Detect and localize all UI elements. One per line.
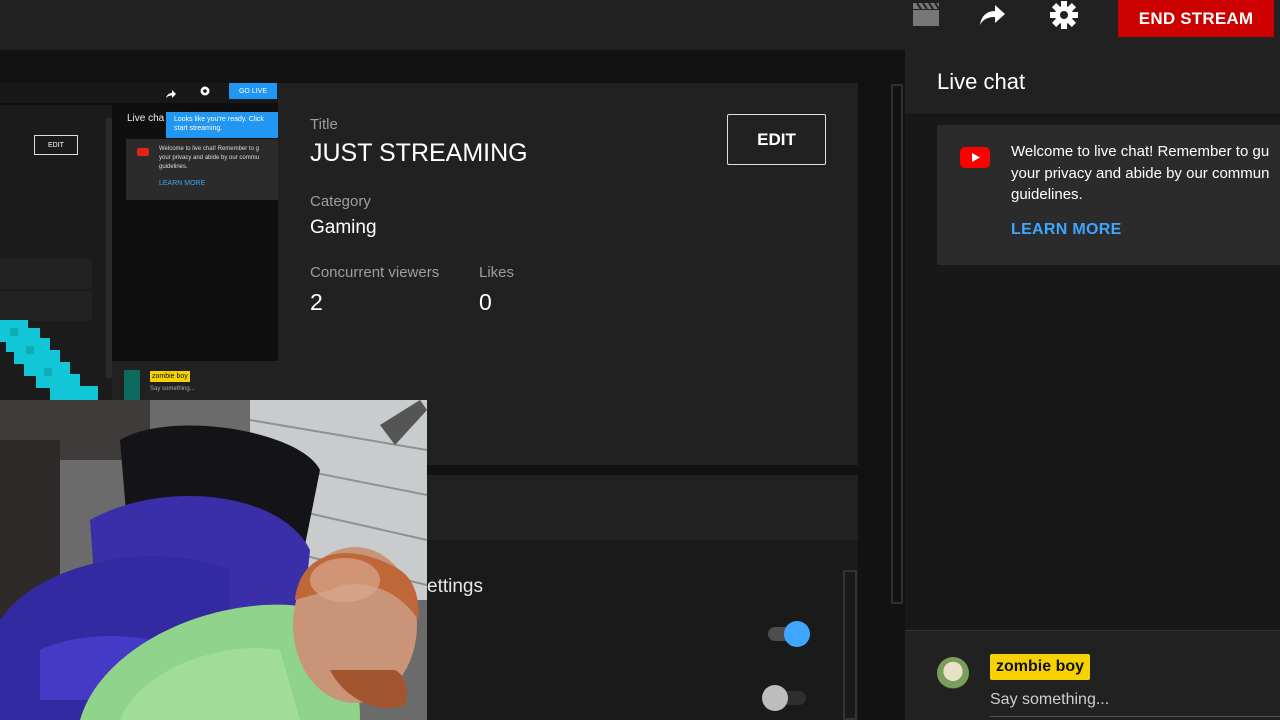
live-chat-title: Live chat xyxy=(937,69,1026,94)
settings-scrollbar[interactable] xyxy=(843,570,857,720)
stream-preview: GO LIVE EDIT Live cha Looks like you're … xyxy=(0,83,278,400)
live-chat-header: Live chat xyxy=(905,50,1280,115)
preview-user-tag: zombie boy xyxy=(150,371,190,382)
title-label: Title xyxy=(310,116,338,133)
input-underline xyxy=(990,716,1280,717)
share-icon[interactable] xyxy=(974,0,1010,30)
welcome-message-card: Welcome to live chat! Remember to gu you… xyxy=(937,125,1280,265)
webcam-image xyxy=(0,400,427,720)
gear-icon[interactable] xyxy=(1046,0,1082,30)
settings-toggle-off[interactable] xyxy=(762,685,810,711)
main-scrollbar[interactable] xyxy=(891,84,903,604)
chat-input-area: zombie boy Say something... xyxy=(905,630,1280,720)
category-label: Category xyxy=(310,193,371,210)
preview-say-something: Say something... xyxy=(150,386,195,392)
preview-youtube-icon xyxy=(137,148,149,156)
preview-game-graphic xyxy=(0,320,98,400)
likes-label: Likes xyxy=(479,264,515,281)
preview-game-block xyxy=(124,370,140,400)
youtube-icon xyxy=(960,147,990,173)
edit-button[interactable]: EDIT xyxy=(727,114,826,165)
preview-gear-icon xyxy=(199,84,211,96)
settings-heading: ettings xyxy=(427,576,483,597)
preview-tooltip: Looks like you're ready. Click start str… xyxy=(166,112,278,138)
end-stream-button[interactable]: END STREAM xyxy=(1118,0,1274,37)
studio-window: END STREAM GO LIVE EDIT Live cha Looks l… xyxy=(0,0,1280,720)
stream-title: JUST STREAMING xyxy=(310,139,528,167)
live-chat-panel: Live chat Welcome to live chat! Remember… xyxy=(905,50,1280,720)
top-bar: END STREAM xyxy=(0,0,1280,50)
category-value: Gaming xyxy=(310,217,377,238)
avatar[interactable] xyxy=(937,657,969,689)
preview-share-icon xyxy=(166,86,176,99)
webcam-overlay xyxy=(0,400,427,720)
learn-more-link[interactable]: LEARN MORE xyxy=(1011,221,1122,239)
preview-learn-more: LEARN MORE xyxy=(159,180,206,187)
preview-live-chat-title: Live cha xyxy=(127,113,165,124)
preview-panel-bar xyxy=(0,291,92,321)
preview-panel-bar xyxy=(0,259,92,289)
viewers-value: 2 xyxy=(310,289,323,315)
preview-scrollbar xyxy=(106,118,112,378)
chat-message-input[interactable]: Say something... xyxy=(990,691,1109,709)
preview-go-live-button: GO LIVE xyxy=(229,83,277,99)
clapperboard-icon[interactable] xyxy=(908,0,944,30)
username-tag: zombie boy xyxy=(990,654,1091,680)
viewers-label: Concurrent viewers xyxy=(310,264,440,281)
welcome-text: Welcome to live chat! Remember to gu you… xyxy=(1011,143,1270,203)
preview-edit-button: EDIT xyxy=(34,135,78,155)
preview-welcome-card: Welcome to live chat! Remember to g your… xyxy=(126,139,278,200)
likes-value: 0 xyxy=(479,289,492,315)
preview-welcome-text: Welcome to live chat! Remember to g your… xyxy=(159,146,260,170)
settings-toggle-on[interactable] xyxy=(764,621,812,647)
